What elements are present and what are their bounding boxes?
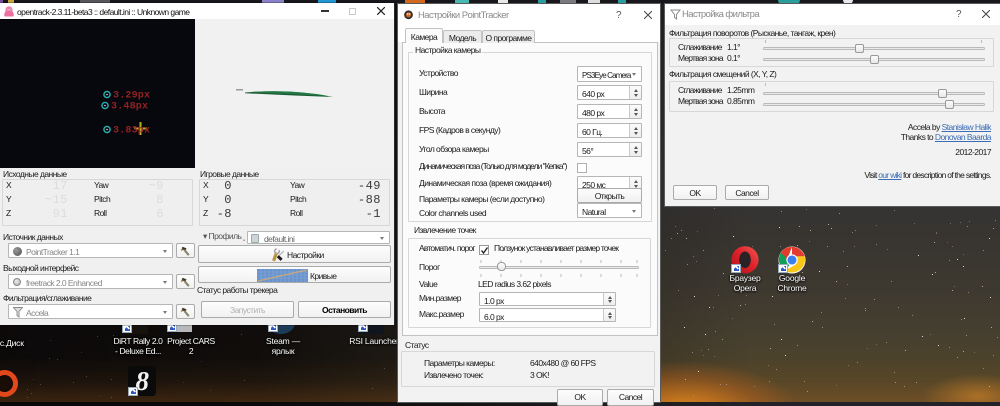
- svg-text:3.48px: 3.48px: [111, 102, 148, 113]
- svg-text:3.83px: 3.83px: [113, 126, 150, 137]
- svg-text:3.29px: 3.29px: [113, 91, 150, 102]
